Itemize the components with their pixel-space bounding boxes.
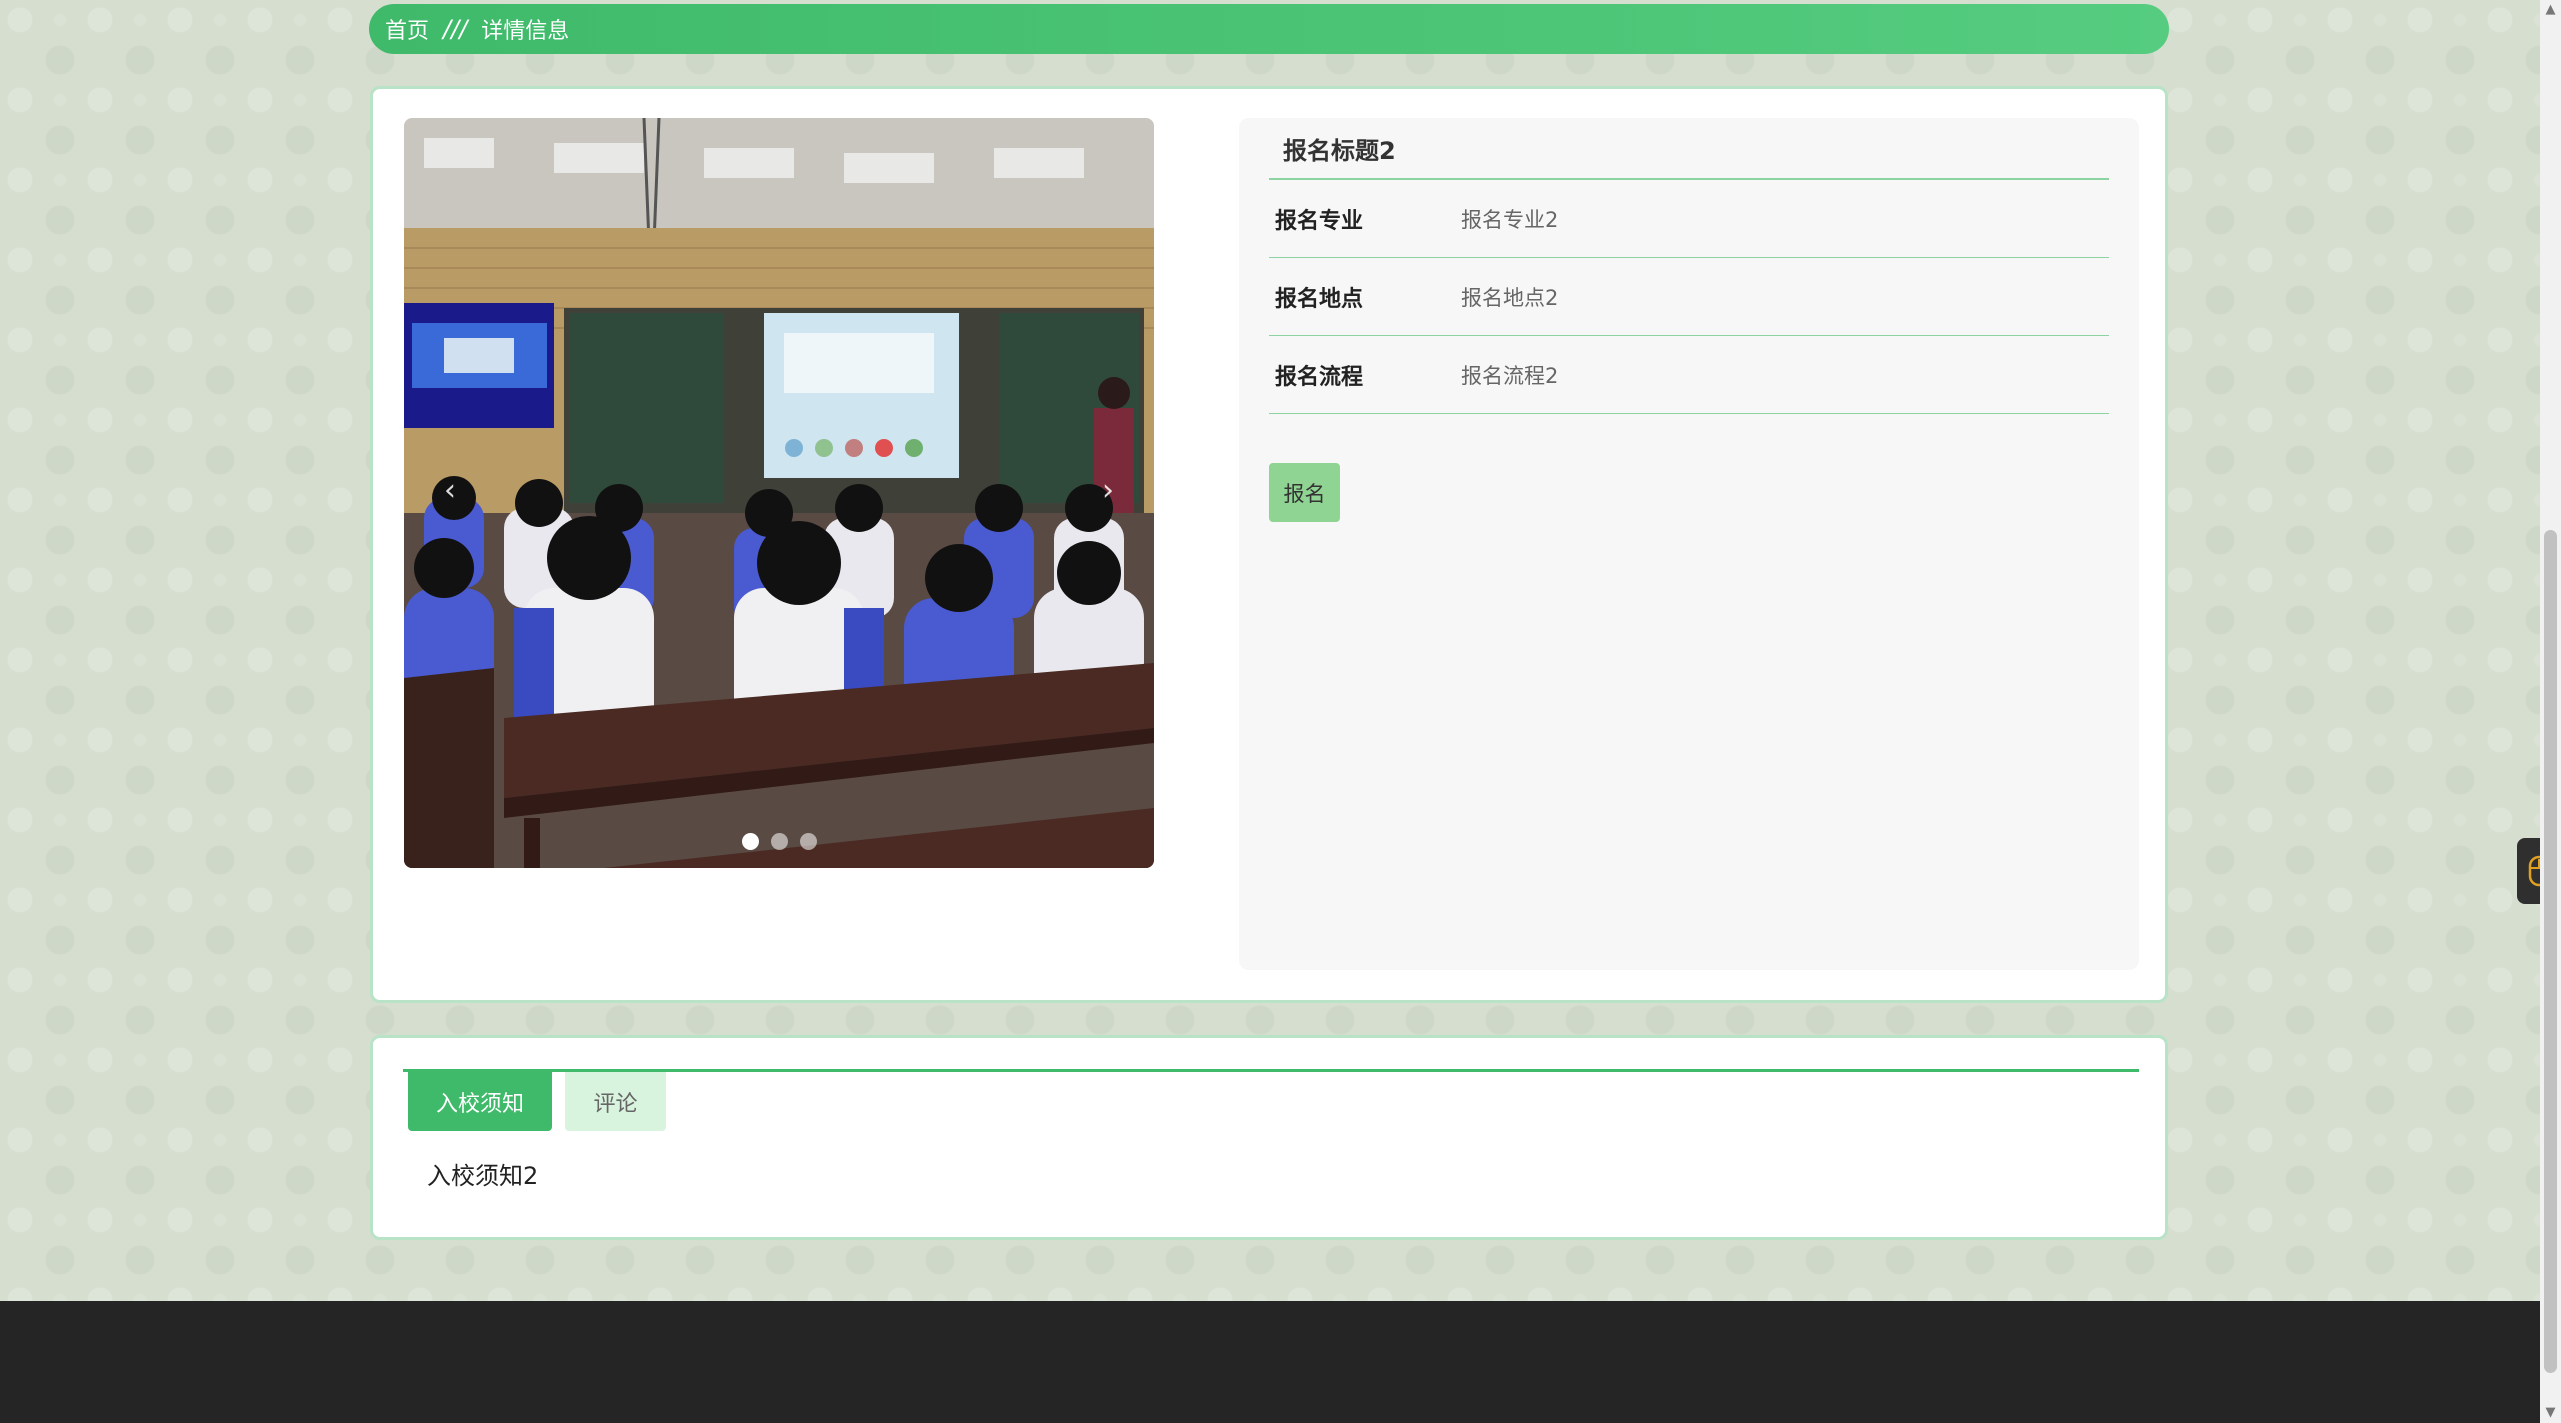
info-row-process: 报名流程 报名流程2 bbox=[1269, 336, 2109, 414]
info-label: 报名地点 bbox=[1275, 286, 1364, 312]
info-row-location: 报名地点 报名地点2 bbox=[1269, 258, 2109, 336]
tab-comments[interactable]: 评论 bbox=[565, 1072, 666, 1131]
vertical-scrollbar[interactable]: ▲ ▼ bbox=[2540, 0, 2561, 1423]
info-value: 报名流程2 bbox=[1461, 363, 1559, 388]
breadcrumb-separator: /// bbox=[443, 15, 468, 43]
info-row-major: 报名专业 报名专业2 bbox=[1269, 180, 2109, 258]
info-value: 报名地点2 bbox=[1461, 285, 1559, 310]
carousel-prev-arrow[interactable]: ‹ bbox=[444, 473, 456, 508]
breadcrumb-current: 详情信息 bbox=[481, 19, 570, 44]
tab-content-text: 入校须知2 bbox=[427, 1162, 539, 1190]
carousel-dot-2[interactable] bbox=[770, 833, 788, 850]
scroll-down-arrow-icon[interactable]: ▼ bbox=[2540, 1403, 2561, 1423]
carousel-next-arrow[interactable]: › bbox=[1102, 473, 1114, 508]
tab-admission-notice[interactable]: 入校须知 bbox=[408, 1072, 552, 1131]
image-carousel[interactable]: ‹ › bbox=[404, 118, 1154, 868]
detail-card: ‹ › 报名标题2 报名专业 报名专业2 报名地点 报名地点2 报名流程 报名流… bbox=[370, 86, 2168, 1003]
carousel-indicators bbox=[404, 833, 1154, 850]
detail-title: 报名标题2 bbox=[1269, 118, 2109, 180]
carousel-dot-1[interactable] bbox=[741, 833, 759, 850]
carousel-dot-3[interactable] bbox=[799, 833, 817, 850]
info-value: 报名专业2 bbox=[1461, 207, 1559, 232]
tabs-card: 入校须知 评论 入校须知2 bbox=[370, 1035, 2168, 1240]
page-footer bbox=[0, 1301, 2540, 1423]
breadcrumb-home-link[interactable]: 首页 bbox=[385, 13, 429, 45]
breadcrumb: 首页 /// 详情信息 bbox=[369, 4, 2169, 54]
info-panel: 报名标题2 报名专业 报名专业2 报名地点 报名地点2 报名流程 报名流程2 报… bbox=[1239, 118, 2139, 970]
signup-button[interactable]: 报名 bbox=[1269, 463, 1340, 522]
classroom-photo bbox=[404, 118, 1154, 868]
info-label: 报名专业 bbox=[1275, 208, 1364, 234]
scroll-up-arrow-icon[interactable]: ▲ bbox=[2540, 0, 2561, 20]
info-label: 报名流程 bbox=[1275, 364, 1364, 390]
scrollbar-thumb[interactable] bbox=[2544, 530, 2557, 1373]
